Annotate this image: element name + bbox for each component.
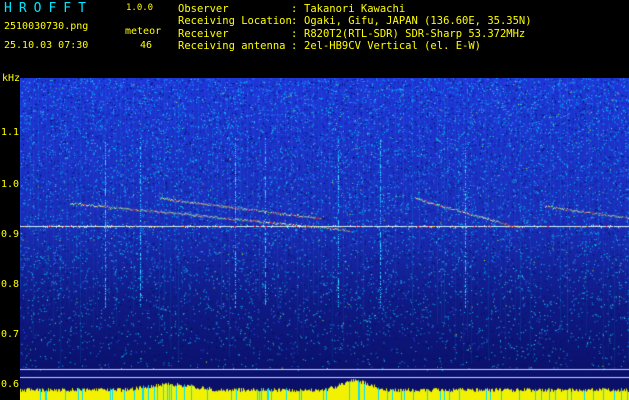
y-axis-unit: kHz xyxy=(2,73,21,84)
observer-value: Takanori Kawachi xyxy=(304,3,406,15)
header-panel: HROFFT 1.0.0 2510030730.png 25.10.03 07:… xyxy=(0,0,629,66)
y-tick-label: 1.1 xyxy=(1,127,20,138)
meteor-count: 46 xyxy=(140,40,153,51)
y-tick-label: 0.6 xyxy=(1,379,20,390)
info-separator: : xyxy=(291,3,298,15)
info-separator: : xyxy=(291,15,298,27)
meteor-label: meteor xyxy=(125,26,162,37)
observer-label: Observer xyxy=(178,3,229,15)
spectrogram-plot xyxy=(20,78,629,400)
location-label: Receiving Location xyxy=(178,15,292,27)
info-separator: : xyxy=(291,28,298,40)
y-tick-label: 0.8 xyxy=(1,279,20,290)
receiver-label: Receiver xyxy=(178,28,229,40)
info-separator: : xyxy=(291,40,298,52)
location-value: Ogaki, Gifu, JAPAN (136.60E, 35.35N) xyxy=(304,15,532,27)
app-logo: HROFFT xyxy=(4,1,93,16)
y-tick-label: 0.9 xyxy=(1,229,20,240)
y-tick-label: 1.0 xyxy=(1,179,20,190)
file-name: 2510030730.png xyxy=(4,21,89,32)
app-version: 1.0.0 xyxy=(126,3,154,13)
antenna-value: 2el-HB9CV Vertical (el. E-W) xyxy=(304,40,482,52)
y-tick-label: 0.7 xyxy=(1,329,20,340)
capture-datetime: 25.10.03 07:30 xyxy=(4,40,89,51)
antenna-label: Receiving antenna xyxy=(178,40,286,52)
receiver-value: R820T2(RTL-SDR) SDR-Sharp 53.372MHz xyxy=(304,28,526,40)
